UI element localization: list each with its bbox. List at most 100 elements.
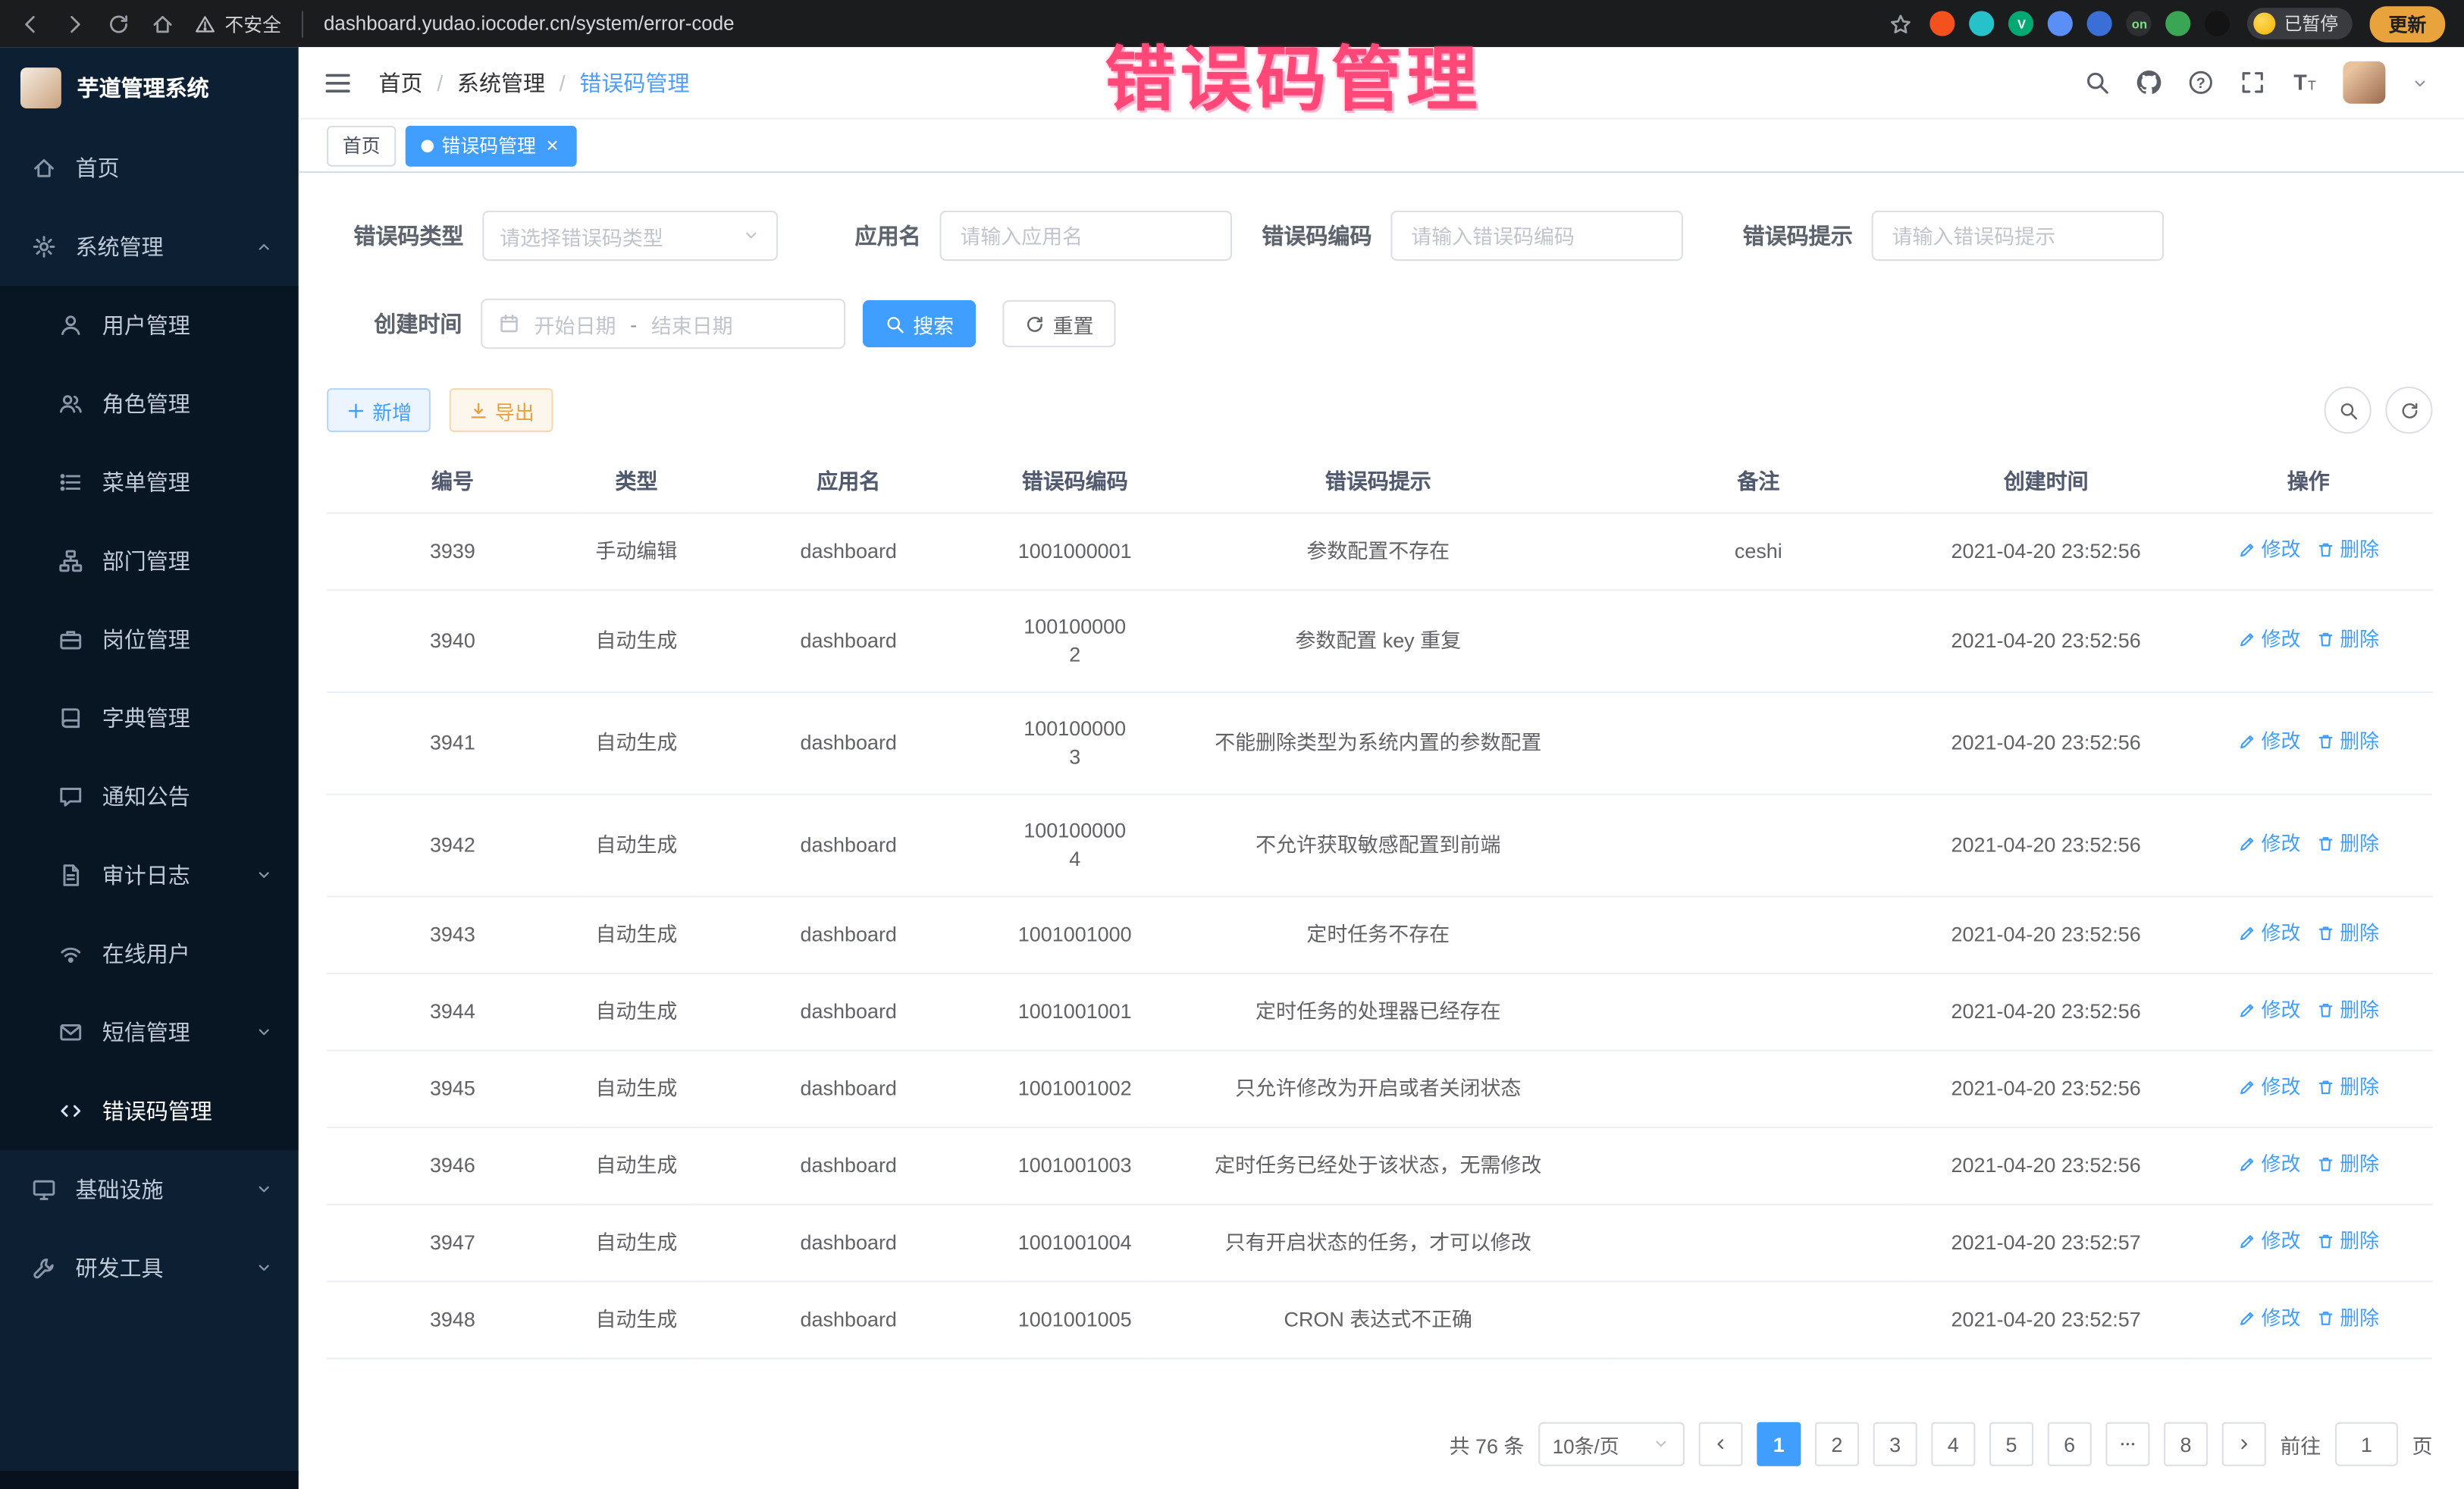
fullscreen-icon[interactable] [2240, 69, 2266, 96]
table-column-header[interactable]: 类型 [578, 453, 694, 513]
sidebar-item-dept[interactable]: 部门管理 [0, 522, 299, 600]
table-column-header[interactable]: 应用名 [694, 453, 1002, 513]
extension-dark-on-icon[interactable]: on [2127, 11, 2152, 36]
help-icon[interactable]: ? [2187, 69, 2214, 96]
next-page-button[interactable] [2222, 1422, 2266, 1466]
delete-link[interactable]: 删除 [2316, 920, 2379, 948]
sidebar-item-dict[interactable]: 字典管理 [0, 679, 299, 757]
cell-created: 2021-04-20 23:52:56 [1908, 1127, 2184, 1205]
page-button-2[interactable]: 2 [1815, 1422, 1859, 1466]
delete-link[interactable]: 删除 [2316, 1227, 2379, 1255]
breadcrumb-item[interactable]: 错误码管理 [579, 67, 689, 98]
breadcrumb-item[interactable]: 首页 [379, 67, 423, 98]
font-size-icon[interactable]: TT [2291, 69, 2318, 96]
app-logo[interactable]: 芋道管理系统 [0, 47, 299, 129]
sidebar-item-infra[interactable]: 基础设施 [0, 1150, 299, 1229]
table-column-header[interactable]: 备注 [1609, 453, 1908, 513]
sidebar-item-error-code[interactable]: 错误码管理 [0, 1072, 299, 1151]
toggle-search-button[interactable] [2324, 387, 2372, 434]
delete-link[interactable]: 删除 [2316, 1150, 2379, 1178]
edit-link[interactable]: 修改 [2237, 536, 2300, 564]
delete-link[interactable]: 删除 [2316, 625, 2379, 654]
edit-link[interactable]: 修改 [2237, 728, 2300, 756]
address-bar[interactable]: dashboard.yudao.iocoder.cn/system/error-… [324, 13, 735, 35]
extension-black-icon[interactable] [2205, 11, 2230, 36]
extension-indigo-icon[interactable] [2088, 11, 2113, 36]
error-code-input[interactable] [1390, 211, 1683, 261]
edit-link[interactable]: 修改 [2237, 1074, 2300, 1102]
page-button-1[interactable]: 1 [1757, 1422, 1801, 1466]
delete-link[interactable]: 删除 [2316, 996, 2379, 1024]
browser-reload-icon[interactable] [107, 12, 130, 36]
edit-link[interactable]: 修改 [2237, 829, 2300, 857]
sidebar-item-role[interactable]: 角色管理 [0, 365, 299, 444]
sidebar-item-system[interactable]: 系统管理 [0, 208, 299, 287]
table-column-header[interactable]: 错误码提示 [1147, 453, 1609, 513]
tab-home[interactable]: 首页 [327, 125, 396, 166]
goto-page-input[interactable] [2335, 1422, 2398, 1466]
github-icon[interactable] [2136, 69, 2162, 96]
browser-back-icon[interactable] [19, 12, 42, 36]
security-indicator[interactable]: 不安全 [195, 10, 303, 36]
tab-error-code[interactable]: 错误码管理 [406, 125, 577, 166]
browser-forward-icon[interactable] [63, 12, 86, 36]
edit-link[interactable]: 修改 [2237, 996, 2300, 1024]
browser-home-icon[interactable] [151, 12, 174, 36]
delete-link[interactable]: 删除 [2316, 1304, 2379, 1332]
page-button-8[interactable]: 8 [2164, 1422, 2208, 1466]
export-button[interactable]: 导出 [450, 388, 553, 432]
edit-link[interactable]: 修改 [2237, 1304, 2300, 1332]
page-button-3[interactable]: 3 [1873, 1422, 1917, 1466]
page-button-6[interactable]: 6 [2048, 1422, 2092, 1466]
breadcrumb-item[interactable]: 系统管理 [457, 67, 545, 98]
page-button-5[interactable]: 5 [1989, 1422, 2033, 1466]
table-column-header[interactable]: 错误码编码 [1002, 453, 1147, 513]
extension-teal-icon[interactable] [1970, 11, 1995, 36]
app-name-input[interactable] [939, 211, 1232, 261]
add-button[interactable]: 新增 [327, 388, 431, 432]
more-pages-button[interactable] [2105, 1422, 2149, 1466]
edit-link[interactable]: 修改 [2237, 920, 2300, 948]
sidebar-item-audit-log[interactable]: 审计日志 [0, 836, 299, 915]
extension-blue-icon[interactable] [2049, 11, 2074, 36]
paused-badge[interactable]: 已暂停 [2248, 8, 2353, 39]
search-button[interactable]: 搜索 [863, 300, 976, 347]
edit-link[interactable]: 修改 [2237, 1227, 2300, 1255]
table-column-header[interactable]: 创建时间 [1908, 453, 2184, 513]
table-column-header[interactable]: 编号 [327, 453, 578, 513]
close-icon[interactable] [544, 136, 561, 154]
delete-link[interactable]: 删除 [2316, 536, 2379, 564]
delete-link[interactable]: 删除 [2316, 829, 2379, 857]
sidebar-item-notice[interactable]: 通知公告 [0, 757, 299, 836]
extension-green-icon[interactable] [2166, 11, 2191, 36]
sidebar-item-user[interactable]: 用户管理 [0, 286, 299, 365]
table-column-header[interactable]: 操作 [2184, 453, 2432, 513]
chevron-down-icon[interactable] [2411, 73, 2430, 92]
refresh-table-button[interactable] [2385, 387, 2432, 434]
error-hint-input[interactable] [1872, 211, 2165, 261]
bookmark-star-icon[interactable] [1889, 12, 1913, 36]
cell-remark [1609, 973, 1908, 1051]
extension-red-icon[interactable] [1930, 11, 1955, 36]
edit-link[interactable]: 修改 [2237, 1150, 2300, 1178]
date-range-picker[interactable]: 开始日期 - 结束日期 [481, 299, 845, 349]
error-type-select[interactable]: 请选择错误码类型 [482, 211, 778, 261]
page-button-4[interactable]: 4 [1931, 1422, 1975, 1466]
delete-link[interactable]: 删除 [2316, 1074, 2379, 1102]
prev-page-button[interactable] [1699, 1422, 1743, 1466]
sidebar-item-menu[interactable]: 菜单管理 [0, 444, 299, 522]
browser-update-button[interactable]: 更新 [2370, 5, 2446, 42]
sidebar-item-sms[interactable]: 短信管理 [0, 993, 299, 1072]
user-avatar[interactable] [2343, 61, 2385, 104]
delete-link[interactable]: 删除 [2316, 728, 2379, 756]
extension-green-v-icon[interactable]: V [2009, 11, 2034, 36]
page-size-select[interactable]: 10条/页 [1538, 1422, 1685, 1466]
sidebar-toggle-button[interactable] [322, 67, 353, 98]
sidebar-item-post[interactable]: 岗位管理 [0, 600, 299, 679]
search-icon[interactable] [2083, 69, 2110, 96]
reset-button[interactable]: 重置 [1002, 300, 1115, 347]
sidebar-item-home[interactable]: 首页 [0, 129, 299, 208]
edit-link[interactable]: 修改 [2237, 625, 2300, 654]
sidebar-item-dev-tools[interactable]: 研发工具 [0, 1229, 299, 1308]
sidebar-item-online-user[interactable]: 在线用户 [0, 914, 299, 993]
